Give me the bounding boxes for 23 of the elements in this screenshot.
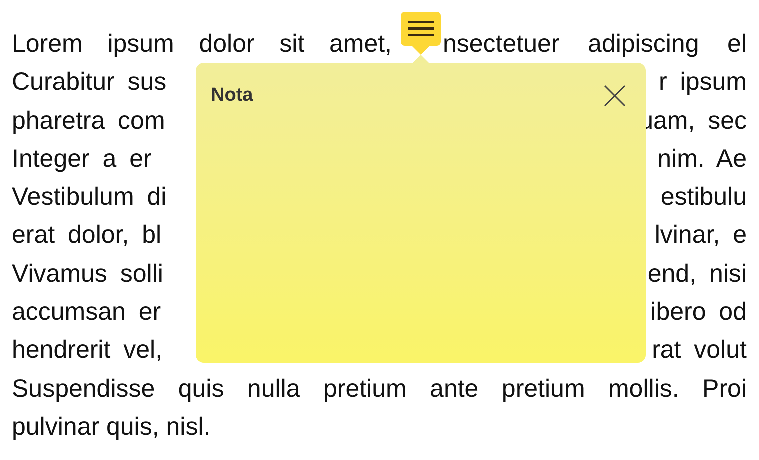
text-fragment: Curabitur sus bbox=[12, 67, 167, 98]
text-fragment: ibero od bbox=[650, 297, 747, 328]
text-fragment: Integer a er bbox=[12, 144, 152, 175]
text-fragment: lvinar, e bbox=[654, 220, 747, 252]
text-line: Suspendisse quis nulla pretium ante pretium mollis. Proi bbox=[12, 374, 747, 405]
close-icon bbox=[604, 85, 626, 107]
text-fragment: pharetra com bbox=[12, 106, 166, 137]
text-fragment: accumsan er bbox=[12, 297, 162, 328]
text-fragment: rat volut bbox=[652, 335, 747, 366]
note-title: Nota bbox=[211, 84, 254, 108]
text-line: pulvinar quis, nisl. bbox=[12, 412, 212, 443]
text-fragment: Lorem ipsum dolor sit amet, bbox=[12, 29, 392, 60]
text-fragment: estibulu bbox=[660, 182, 747, 214]
text-fragment: Vivamus solli bbox=[12, 258, 164, 290]
text-fragment: nsectetuer adipiscing el bbox=[443, 29, 747, 60]
text-fragment: nim. Ae bbox=[658, 144, 747, 175]
text-fragment: Vestibulum di bbox=[12, 182, 167, 214]
text-fragment: r ipsum bbox=[659, 67, 747, 98]
close-button[interactable] bbox=[604, 85, 626, 107]
text-fragment: end, nisi bbox=[648, 258, 747, 290]
text-fragment: erat dolor, bl bbox=[12, 220, 162, 252]
text-fragment: hendrerit vel, bbox=[12, 335, 163, 366]
menu-icon bbox=[408, 21, 434, 37]
